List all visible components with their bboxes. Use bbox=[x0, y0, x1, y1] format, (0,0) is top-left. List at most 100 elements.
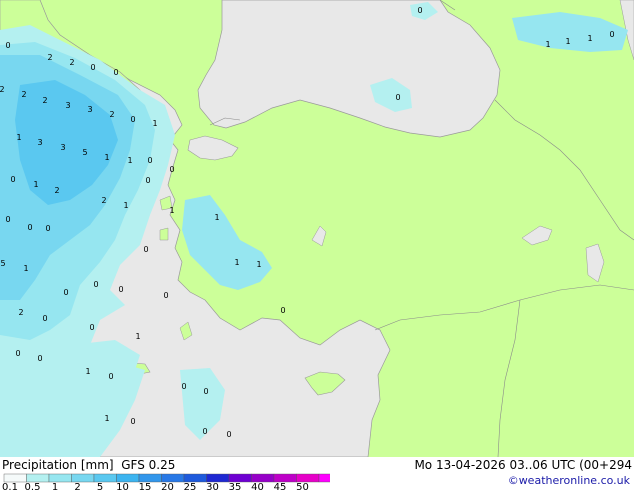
scale-tick-label: 0.1 bbox=[2, 482, 18, 493]
precip-value-label: 1 bbox=[104, 414, 109, 423]
scale-tick-label: 35 bbox=[228, 482, 242, 493]
precip-value-label: 1 bbox=[214, 213, 219, 222]
precip-value-label: 1 bbox=[152, 119, 157, 128]
precip-value-label: 2 bbox=[109, 110, 114, 119]
scale-swatch bbox=[206, 473, 230, 483]
precip-value-label: 3 bbox=[65, 101, 70, 110]
precip-value-label: 2 bbox=[42, 96, 47, 105]
precip-value-label: 0 bbox=[130, 417, 135, 426]
scale-tick-label: 25 bbox=[183, 482, 197, 493]
precip-value-label: 1 bbox=[545, 40, 550, 49]
precip-value-label: 0 bbox=[143, 245, 148, 254]
precip-value-label: 1 bbox=[23, 264, 28, 273]
scale-tick-label: 1 bbox=[51, 482, 59, 493]
precip-value-label: 0 bbox=[15, 349, 20, 358]
scale-swatch bbox=[228, 473, 252, 483]
legend-footer: Precipitation [mm] GFS 0.25 Mo 13-04-202… bbox=[0, 457, 634, 493]
precip-value-label: 0 bbox=[147, 156, 152, 165]
scale-swatch bbox=[138, 473, 162, 483]
scale-tick-label: 50 bbox=[296, 482, 309, 493]
precip-value-label: 2 bbox=[69, 58, 74, 67]
precip-value-label: 0 bbox=[202, 427, 207, 436]
scale-swatch bbox=[273, 473, 297, 483]
color-scale: 0.1 0.5 1 2 5 10 15 20 25 30 35 40 45 50 bbox=[0, 473, 330, 493]
precip-value-label: 0 bbox=[113, 68, 118, 77]
precip-value-label: 0 bbox=[280, 306, 285, 315]
scale-swatch bbox=[296, 473, 320, 483]
precip-value-label: 0 bbox=[5, 41, 10, 50]
scale-swatch bbox=[26, 473, 50, 483]
precip-value-label: 1 bbox=[16, 133, 21, 142]
precip-value-label: 1 bbox=[104, 153, 109, 162]
precip-value-label: 1 bbox=[169, 206, 174, 215]
precip-value-label: 0 bbox=[5, 215, 10, 224]
scale-swatch bbox=[48, 473, 72, 483]
precip-value-label: 2 bbox=[21, 90, 26, 99]
precip-value-label: 0 bbox=[226, 430, 231, 439]
precip-value-label: 0 bbox=[89, 323, 94, 332]
precip-value-label: 0 bbox=[90, 63, 95, 72]
precip-value-label: 0 bbox=[163, 291, 168, 300]
precip-value-label: 1 bbox=[33, 180, 38, 189]
precip-value-label: 2 bbox=[54, 186, 59, 195]
scale-swatch bbox=[251, 473, 275, 483]
precip-value-label: 0 bbox=[203, 387, 208, 396]
scale-tick-label: 30 bbox=[206, 482, 219, 493]
scale-tick-label: 40 bbox=[251, 482, 264, 493]
precip-value-label: 0 bbox=[45, 224, 50, 233]
variable-title: Precipitation [mm] bbox=[2, 458, 114, 472]
scale-tick-label: 5 bbox=[96, 482, 104, 493]
model-name: GFS 0.25 bbox=[121, 458, 176, 472]
scale-tick-label: 20 bbox=[161, 482, 174, 493]
credit-link[interactable]: ©weatheronline.co.uk bbox=[508, 474, 630, 488]
scale-tick-label: 2 bbox=[74, 482, 81, 493]
precip-value-label: 0 bbox=[108, 372, 113, 381]
precip-value-label: 3 bbox=[37, 138, 42, 147]
precip-value-label: 2 bbox=[47, 53, 52, 62]
scale-swatch bbox=[161, 473, 185, 483]
precip-value-label: 0 bbox=[395, 93, 400, 102]
precip-value-label: 1 bbox=[565, 37, 570, 46]
precip-value-label: 5 bbox=[0, 259, 5, 268]
precip-value-label: 0 bbox=[609, 30, 614, 39]
legend-title: Precipitation [mm] GFS 0.25 bbox=[2, 458, 175, 472]
precip-value-label: 0 bbox=[130, 115, 135, 124]
precip-value-label: 3 bbox=[87, 105, 92, 114]
precip-value-label: 1 bbox=[135, 332, 140, 341]
precip-value-label: 0 bbox=[42, 314, 47, 323]
precip-value-label: 2 bbox=[18, 308, 23, 317]
precip-value-label: 0 bbox=[169, 165, 174, 174]
scale-swatch bbox=[71, 473, 95, 483]
precip-value-label: 3 bbox=[60, 143, 65, 152]
scale-tick-label: 0.5 bbox=[24, 482, 41, 493]
scale-swatch bbox=[3, 473, 27, 483]
precip-value-label: 2 bbox=[101, 196, 106, 205]
precip-value-label: 5 bbox=[82, 148, 87, 157]
scale-tick-label: 10 bbox=[116, 482, 129, 493]
precip-value-label: 1 bbox=[587, 34, 592, 43]
valid-time: Mo 13-04-2026 03..06 UTC (00+294 bbox=[414, 458, 632, 472]
precip-value-label: 0 bbox=[181, 382, 186, 391]
precip-value-label: 2 bbox=[0, 85, 5, 94]
scale-tick-label: 15 bbox=[138, 482, 152, 493]
precip-value-label: 1 bbox=[123, 201, 128, 210]
precip-value-label: 0 bbox=[417, 6, 422, 15]
scale-swatch bbox=[116, 473, 140, 483]
precip-value-label: 1 bbox=[127, 156, 132, 165]
scale-tick-label: 45 bbox=[273, 482, 287, 493]
precip-value-label: 0 bbox=[10, 175, 15, 184]
precipitation-map: 0220022233213351011001221010105100000020… bbox=[0, 0, 634, 458]
scale-swatch bbox=[183, 473, 207, 483]
precip-value-label: 0 bbox=[37, 354, 42, 363]
precip-value-label: 1 bbox=[256, 260, 261, 269]
precip-value-label: 0 bbox=[63, 288, 68, 297]
precip-value-label: 1 bbox=[85, 367, 90, 376]
precip-value-label: 0 bbox=[93, 280, 98, 289]
chios bbox=[159, 227, 169, 241]
precip-value-label: 0 bbox=[145, 176, 150, 185]
precip-value-label: 1 bbox=[234, 258, 239, 267]
precip-value-label: 0 bbox=[27, 223, 32, 232]
scale-swatch bbox=[93, 473, 117, 483]
precip-value-label: 0 bbox=[118, 285, 123, 294]
scale-swatch bbox=[318, 473, 330, 483]
